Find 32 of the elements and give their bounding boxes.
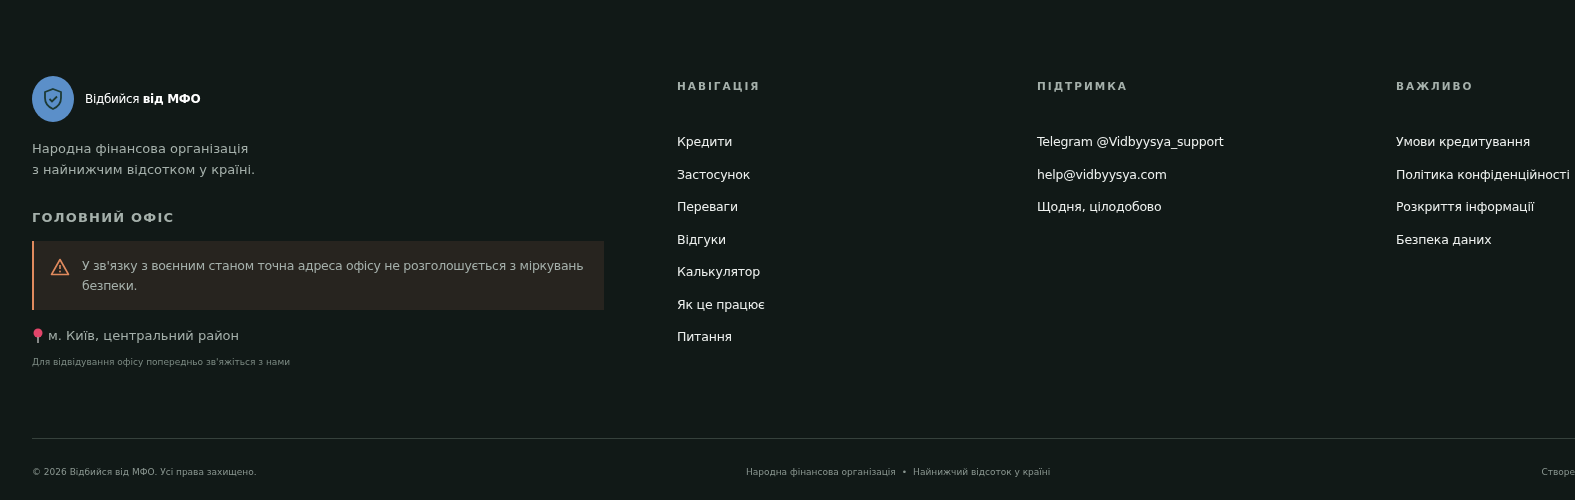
- tagline: з найнижчим відсотком у країні.: [32, 161, 257, 179]
- footer-link[interactable]: help@vidbyysya.com: [1037, 165, 1396, 183]
- shield-check-icon: [32, 76, 74, 122]
- column-heading: НАВІГАЦІЯ: [677, 80, 762, 92]
- column-heading: ВАЖЛИВО: [1396, 80, 1475, 92]
- office-address: м. Київ, центральний район: [48, 328, 240, 343]
- footer-link[interactable]: Розкриття інформації: [1396, 198, 1575, 216]
- footer-link[interactable]: Telegram @Vidbyysya_support: [1037, 133, 1396, 151]
- tagline: Народна фінансова організація: [32, 140, 250, 158]
- bullet-separator: •: [901, 467, 908, 477]
- warning-icon: [50, 258, 70, 276]
- copyright-text: © 2026 Відбийся від МФО. Усі права захищено.: [32, 467, 258, 477]
- footer-slogan: Найнижчий відсоток у країні: [913, 467, 1051, 477]
- office-heading: ГОЛОВНИЙ ОФІС: [32, 210, 176, 225]
- footer-link[interactable]: Політика конфіденційності: [1396, 165, 1575, 183]
- footer-link[interactable]: Кредити: [677, 133, 1037, 151]
- footer-link[interactable]: Щодня, цілодобово: [1037, 198, 1396, 216]
- footer-link[interactable]: Як це працює: [677, 295, 1037, 313]
- brand-name: Відбийся від МФО: [85, 92, 201, 106]
- footer-slogan: Народна фінансова організація: [746, 467, 896, 477]
- office-note: Для відвідування офісу попередньо зв'яжіться з нами: [32, 357, 292, 367]
- footer-link[interactable]: Умови кредитування: [1396, 133, 1575, 151]
- warning-text: У зв'язку з воєнним станом точна адреса офісу не розголошується з міркувань безпеки.: [82, 257, 585, 295]
- credit-text: Створе: [1541, 467, 1575, 477]
- footer-link[interactable]: Переваги: [677, 198, 1037, 216]
- footer-link[interactable]: Калькулятор: [677, 263, 1037, 281]
- pin-icon: [32, 328, 44, 343]
- column-heading: ПІДТРИМКА: [1037, 80, 1129, 92]
- footer-link[interactable]: Застосунок: [677, 165, 1037, 183]
- footer-link[interactable]: Відгуки: [677, 230, 1037, 248]
- footer-link[interactable]: Безпека даних: [1396, 230, 1575, 248]
- footer-link[interactable]: Питання: [677, 328, 1037, 346]
